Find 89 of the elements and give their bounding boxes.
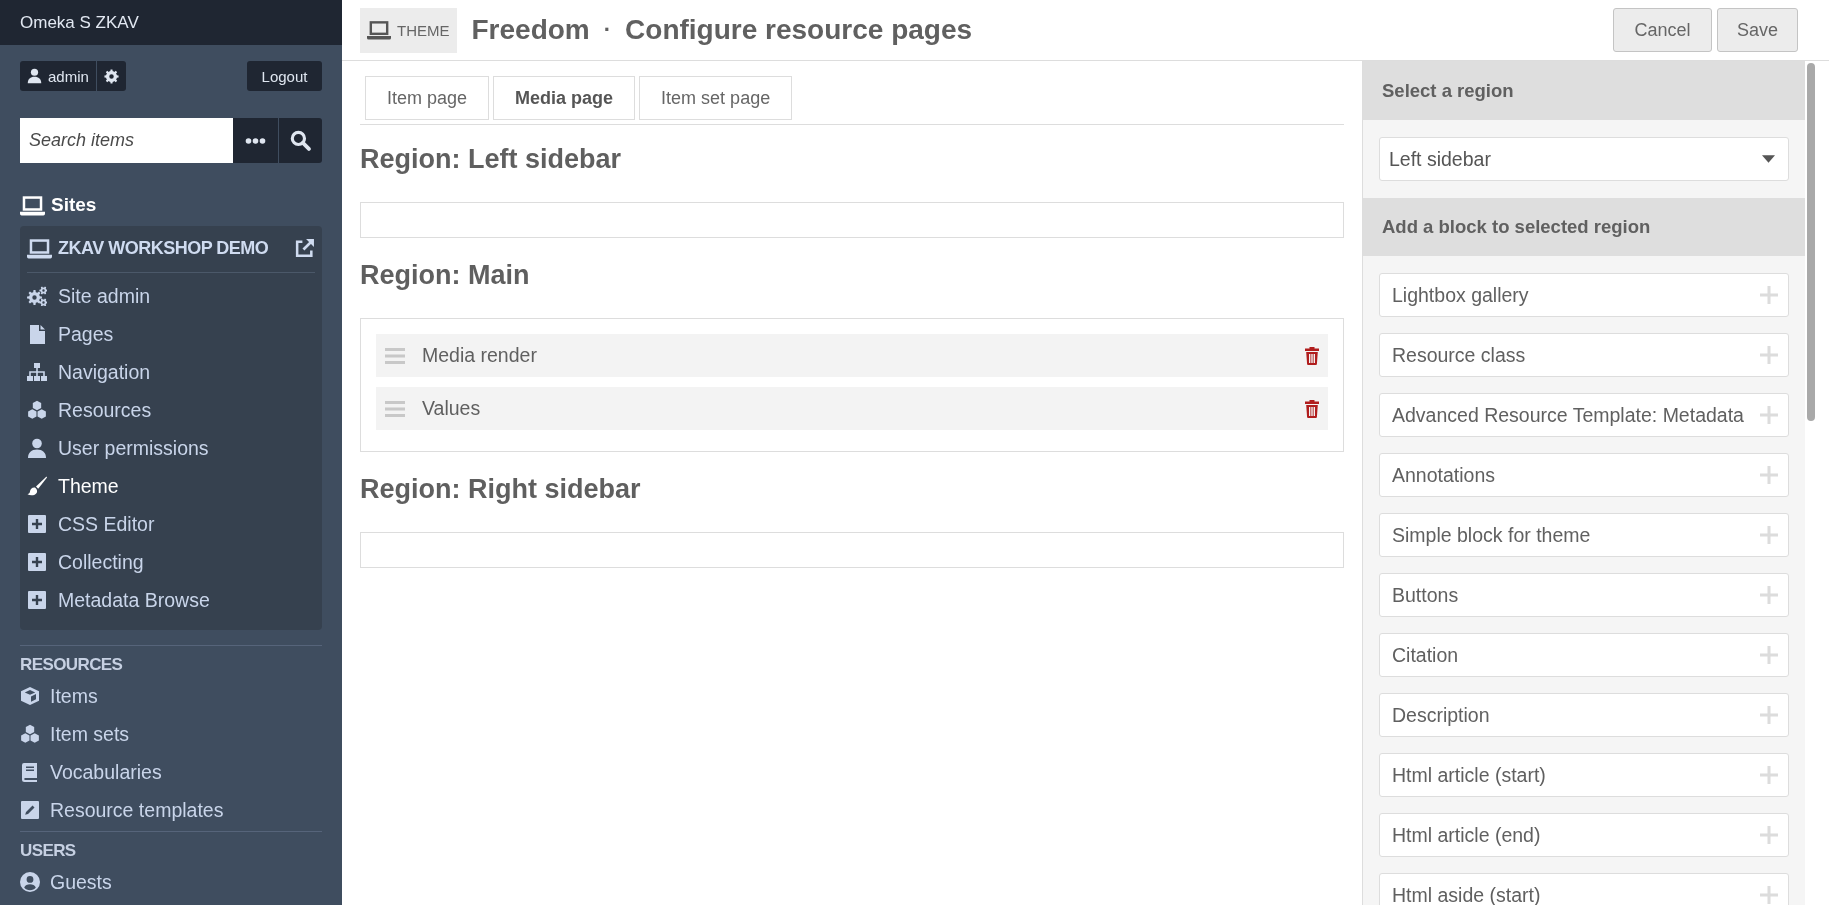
block-label: Values bbox=[422, 397, 482, 420]
nav-link[interactable]: Vocabularies bbox=[20, 753, 322, 791]
more-options-button[interactable] bbox=[233, 118, 278, 163]
laptop-icon bbox=[20, 194, 45, 216]
save-button[interactable]: Save bbox=[1717, 8, 1798, 52]
add-block-button[interactable]: Citation bbox=[1379, 633, 1789, 677]
logout-button[interactable]: Logout bbox=[247, 61, 322, 91]
add-block-button[interactable]: Resource class bbox=[1379, 333, 1789, 377]
dots-icon bbox=[245, 136, 266, 145]
nav-link[interactable]: Guests bbox=[20, 863, 322, 901]
badge-label: THEME bbox=[397, 21, 450, 39]
search-button[interactable] bbox=[278, 118, 322, 163]
plus-icon bbox=[1760, 706, 1778, 724]
nav-link[interactable]: Navigation bbox=[27, 353, 315, 391]
add-block-button[interactable]: Simple block for theme bbox=[1379, 513, 1789, 557]
trash-icon[interactable] bbox=[1304, 399, 1320, 418]
plus-icon bbox=[1760, 586, 1778, 604]
trash-icon[interactable] bbox=[1304, 346, 1320, 365]
plus-icon bbox=[1760, 826, 1778, 844]
brush-icon bbox=[27, 476, 47, 496]
plus-icon bbox=[1760, 526, 1778, 544]
user-icon bbox=[27, 438, 47, 458]
region-heading: Region: Right sidebar bbox=[360, 473, 642, 505]
nav-link[interactable]: CSS Editor bbox=[27, 505, 315, 543]
gears-icon bbox=[27, 286, 47, 306]
drag-handle-icon[interactable] bbox=[385, 347, 405, 364]
region-dropzone[interactable]: Media render Values bbox=[360, 318, 1344, 452]
nav-link[interactable]: Items bbox=[20, 677, 322, 715]
nav-link[interactable]: Theme bbox=[27, 467, 315, 505]
region-heading: Region: Left sidebar bbox=[360, 143, 623, 175]
settings-button[interactable] bbox=[96, 61, 126, 91]
external-link-icon[interactable] bbox=[294, 237, 315, 259]
add-block-button[interactable]: Buttons bbox=[1379, 573, 1789, 617]
nav-link[interactable]: Metadata Browse bbox=[27, 581, 315, 619]
add-block-button[interactable]: Description bbox=[1379, 693, 1789, 737]
add-block-button[interactable]: Html article (end) bbox=[1379, 813, 1789, 857]
sites-heading: Sites bbox=[51, 194, 97, 216]
plus-icon bbox=[1760, 466, 1778, 484]
site-title: Freedom bbox=[471, 14, 590, 46]
nav-link[interactable]: Pages bbox=[27, 315, 315, 353]
page-tab[interactable]: Item page bbox=[365, 76, 490, 120]
panel-heading: Add a block to selected region bbox=[1363, 198, 1805, 256]
plus-icon bbox=[1760, 406, 1778, 424]
edit-icon bbox=[20, 800, 40, 820]
caret-icon bbox=[1762, 155, 1775, 163]
plus-icon bbox=[1760, 286, 1778, 304]
brand-name: Omeka S ZKAV bbox=[20, 12, 139, 33]
add-block-button[interactable]: Html article (start) bbox=[1379, 753, 1789, 797]
nav-link[interactable]: Collecting bbox=[27, 543, 315, 581]
laptop-icon bbox=[367, 20, 391, 40]
cancel-button[interactable]: Cancel bbox=[1613, 8, 1712, 52]
page-tab[interactable]: Item set page bbox=[639, 76, 793, 120]
cubes-icon bbox=[27, 400, 47, 420]
user-button[interactable]: admin bbox=[20, 61, 96, 91]
add-block-button[interactable]: Advanced Resource Template: Metadata bbox=[1379, 393, 1789, 437]
nav-link[interactable]: Resource templates bbox=[20, 791, 322, 829]
add-block-button[interactable]: Annotations bbox=[1379, 453, 1789, 497]
nav-link[interactable]: Item sets bbox=[20, 715, 322, 753]
plus-icon bbox=[1760, 346, 1778, 364]
nav-link[interactable]: Site admin bbox=[27, 277, 315, 315]
page-tab[interactable]: Media page bbox=[493, 76, 636, 120]
site-name-link[interactable]: ZKAV WORKSHOP DEMO bbox=[58, 237, 288, 259]
panel-heading: Select a region bbox=[1363, 61, 1805, 120]
plus-icon bbox=[1760, 646, 1778, 664]
file-icon bbox=[27, 324, 47, 344]
section-heading: RESOURCES bbox=[20, 654, 124, 676]
add-block-button[interactable]: Lightbox gallery bbox=[1379, 273, 1789, 317]
settings-icon bbox=[104, 68, 119, 84]
scrollbar-thumb[interactable] bbox=[1807, 63, 1815, 421]
region-select[interactable]: Left sidebar bbox=[1379, 137, 1789, 181]
add-block-button[interactable]: Html aside (start) bbox=[1379, 873, 1789, 905]
section-heading: USERS bbox=[20, 840, 77, 862]
laptop-icon bbox=[27, 237, 52, 259]
nav-link[interactable]: User permissions bbox=[27, 429, 315, 467]
title-separator: · bbox=[603, 17, 612, 43]
book-icon bbox=[20, 762, 40, 782]
page-title: Configure resource pages bbox=[625, 14, 973, 46]
user-icon bbox=[27, 68, 42, 84]
cubes-icon bbox=[20, 724, 40, 744]
region-heading: Region: Main bbox=[360, 259, 531, 291]
sitemap-icon bbox=[27, 362, 47, 382]
plus-icon bbox=[1760, 766, 1778, 784]
nav-link[interactable]: Resources bbox=[27, 391, 315, 429]
plus-icon bbox=[1760, 886, 1778, 904]
block-label: Media render bbox=[422, 344, 538, 367]
search-icon bbox=[290, 130, 311, 151]
search-field[interactable]: Search items bbox=[20, 118, 233, 163]
cube-icon bbox=[20, 686, 40, 706]
drag-handle-icon[interactable] bbox=[385, 400, 405, 417]
